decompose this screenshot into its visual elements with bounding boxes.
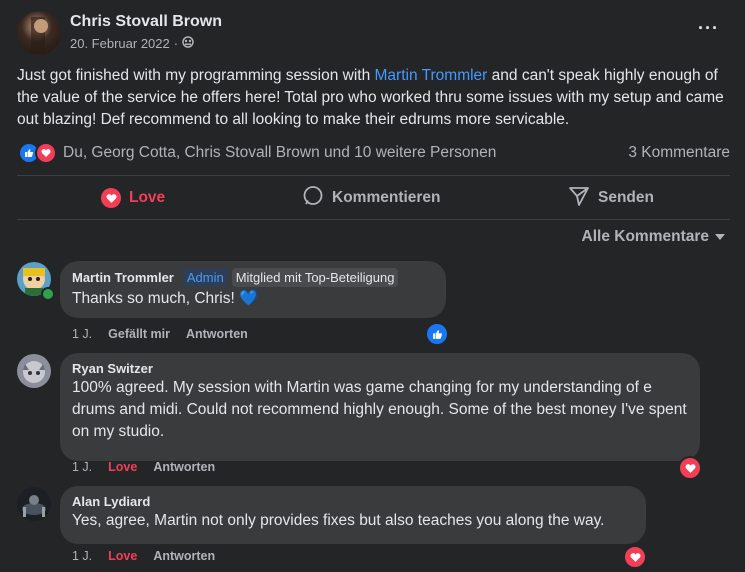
avatar-image [31, 17, 48, 53]
comment-text: Yes, agree, Martin not only provides fix… [72, 512, 605, 529]
comment-bubble-icon [302, 185, 324, 212]
post-date[interactable]: 20. Februar 2022 [70, 36, 170, 51]
comment-meta: 1 J. Love Antworten [72, 460, 215, 474]
reply-button[interactable]: Antworten [186, 327, 248, 341]
love-comment-button[interactable]: Love [108, 549, 137, 563]
post-author-avatar[interactable] [17, 11, 61, 55]
like-comment-button[interactable]: Gefällt mir [108, 327, 170, 341]
comment-text: Thanks so much, Chris! 💙 [72, 290, 259, 307]
like-reaction-icon[interactable] [425, 322, 449, 346]
filter-label: Alle Kommentare [581, 228, 709, 245]
comment-filter-dropdown[interactable]: Alle Kommentare [582, 228, 725, 246]
send-button[interactable]: Senden [568, 186, 654, 210]
comment-time[interactable]: 1 J. [72, 327, 92, 341]
comment-header: Martin Trommler Admin Mitglied mit Top-B… [72, 268, 434, 287]
reply-button[interactable]: Antworten [153, 549, 215, 563]
meta-separator: · [173, 36, 179, 51]
top-contributor-badge: Mitglied mit Top-Beteiligung [231, 268, 399, 287]
comment-count[interactable]: 3 Kommentare [628, 144, 730, 162]
post-body: Just got finished with my programming se… [17, 65, 732, 131]
post-text-before: Just got finished with my programming se… [17, 67, 375, 84]
avatar-image [23, 361, 45, 383]
comment-bubble: Ryan Switzer 100% agreed. My session wit… [60, 353, 700, 461]
love-reaction-icon[interactable] [623, 545, 647, 569]
commenter-name[interactable]: Ryan Switzer [72, 361, 688, 376]
reactions-summary[interactable]: Du, Georg Cotta, Chris Stovall Brown und… [18, 142, 496, 164]
comment-time[interactable]: 1 J. [72, 460, 92, 474]
chevron-down-icon [715, 228, 725, 246]
love-comment-button[interactable]: Love [108, 460, 137, 474]
more-options-button[interactable]: ··· [698, 18, 719, 39]
commenter-avatar[interactable] [17, 354, 51, 388]
love-label: Love [129, 189, 166, 206]
reply-button[interactable]: Antworten [153, 460, 215, 474]
send-label: Senden [598, 189, 654, 206]
group-audience-icon [182, 36, 194, 51]
commenter-name[interactable]: Martin Trommler [72, 270, 174, 285]
admin-badge: Admin [182, 268, 228, 287]
comment-button[interactable]: Kommentieren [302, 185, 441, 212]
divider [17, 219, 730, 220]
love-reaction-icon[interactable] [678, 456, 702, 480]
commenter-avatar[interactable] [17, 487, 51, 521]
love-button[interactable]: Love [101, 186, 165, 210]
mention-link[interactable]: Martin Trommler [375, 67, 488, 84]
heart-icon [101, 188, 121, 208]
post-author-name[interactable]: Chris Stovall Brown [70, 13, 222, 31]
comment-time[interactable]: 1 J. [72, 549, 92, 563]
comment-meta: 1 J. Love Antworten [72, 549, 215, 563]
send-icon [568, 185, 590, 212]
comment-label: Kommentieren [332, 189, 441, 206]
love-reaction-icon [35, 142, 57, 164]
online-status-dot [41, 287, 55, 301]
divider [17, 175, 730, 176]
comment-text: 100% agreed. My session with Martin was … [72, 379, 687, 440]
reactions-text: Du, Georg Cotta, Chris Stovall Brown und… [63, 144, 497, 161]
commenter-name[interactable]: Alan Lydiard [72, 494, 634, 509]
comment-bubble: Martin Trommler Admin Mitglied mit Top-B… [60, 261, 446, 318]
post-meta: 20. Februar 2022 · [70, 36, 194, 51]
comment-bubble: Alan Lydiard Yes, agree, Martin not only… [60, 486, 646, 544]
avatar-image [22, 495, 46, 517]
comment-meta: 1 J. Gefällt mir Antworten [72, 327, 248, 341]
